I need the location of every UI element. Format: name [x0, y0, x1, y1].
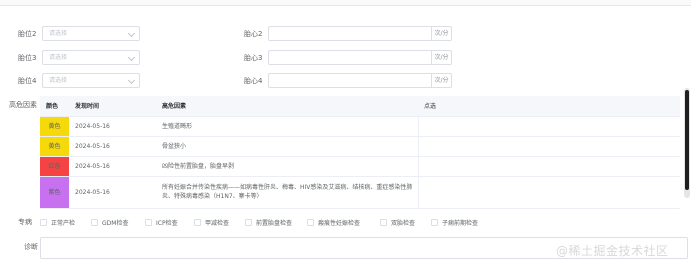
table-row: 红色 2024-05-16 凶险性前置胎盘，胎盘早剥	[40, 156, 680, 177]
checkbox-placenta-previa[interactable]: 前置胎盘检查	[245, 218, 292, 227]
select-placeholder: 请选择	[49, 54, 68, 61]
date-cell: 2024-05-16	[69, 136, 156, 157]
empty-cell	[418, 136, 680, 157]
factor-cell: 凶险性前置胎盘，胎盘早剥	[156, 156, 419, 177]
top-divider	[0, 0, 691, 6]
fetal-position-4-select[interactable]: 请选择	[42, 73, 140, 88]
risk-factors-table: 颜色 发现时间 高危因素 点选 黄色 2024-05-16 生殖道畸形 黄色 2…	[40, 96, 680, 209]
checkbox-box[interactable]	[145, 219, 152, 226]
select-placeholder: 请选择	[49, 77, 68, 84]
table-row: 黄色 2024-05-16 生殖道畸形	[40, 116, 680, 137]
date-cell: 2024-05-16	[69, 176, 156, 209]
checkbox-box[interactable]	[245, 219, 252, 226]
fetal-position-4-label: 胎位4	[18, 77, 37, 85]
risk-factors-label: 高危因素	[9, 101, 37, 109]
empty-cell	[418, 176, 680, 209]
date-cell: 2024-05-16	[69, 116, 156, 137]
unit-label: 次/分	[431, 73, 451, 88]
checkbox-twins[interactable]: 双胎检查	[380, 218, 415, 227]
checkbox-label: 瘢痕性妊娠检查	[318, 220, 361, 227]
select-placeholder: 请选择	[49, 30, 68, 37]
empty-cell	[418, 156, 680, 177]
fetal-heart-4-label: 胎心4	[244, 77, 263, 85]
unit-label: 次/分	[431, 26, 451, 41]
factor-cell: 生殖道畸形	[156, 116, 419, 137]
fetal-heart-4-input[interactable]: 次/分	[268, 73, 452, 88]
fetal-position-3-select[interactable]: 请选择	[42, 50, 140, 65]
checkbox-hypothyroid[interactable]: 甲减检查	[194, 218, 229, 227]
checkbox-label: 正常产检	[51, 220, 76, 227]
checkbox-box[interactable]	[431, 219, 438, 226]
chevron-down-icon	[127, 29, 136, 38]
chevron-down-icon	[127, 53, 136, 62]
table-row: 黄色 2024-05-16 骨盆狭小	[40, 136, 680, 157]
checkbox-scar-pregnancy[interactable]: 瘢痕性妊娠检查	[307, 218, 360, 227]
color-swatch: 紫色	[40, 176, 69, 208]
chevron-down-icon	[127, 76, 136, 85]
fetal-heart-2-label: 胎心2	[244, 30, 263, 38]
checkbox-label: 前置胎盘检查	[256, 220, 293, 227]
checkbox-gdm[interactable]: GDM检查	[91, 218, 128, 227]
checkbox-label: GDM检查	[102, 220, 129, 227]
checkbox-box[interactable]	[91, 219, 98, 226]
header-date: 发现时间	[69, 96, 156, 117]
color-swatch: 红色	[40, 156, 69, 176]
fetal-row-2: 胎位2 请选择 胎心2 次/分	[0, 25, 470, 43]
checkbox-icp[interactable]: ICP检查	[145, 218, 178, 227]
checkbox-box[interactable]	[194, 219, 201, 226]
fetal-position-2-select[interactable]: 请选择	[42, 26, 140, 41]
color-cell: 红色	[40, 156, 69, 177]
checkbox-box[interactable]	[40, 219, 47, 226]
color-cell: 黄色	[40, 116, 69, 137]
fetal-heart-2-input[interactable]: 次/分	[268, 26, 452, 41]
empty-cell	[418, 116, 680, 137]
checkbox-label: 子痫前期检查	[442, 220, 479, 227]
factor-cell: 骨盆狭小	[156, 136, 419, 157]
color-swatch: 黄色	[40, 116, 69, 136]
color-cell: 紫色	[40, 176, 69, 209]
color-swatch: 黄色	[40, 136, 69, 156]
checkbox-normal[interactable]: 正常产检	[40, 218, 75, 227]
scrollbar-thumb[interactable]	[685, 90, 689, 190]
fetal-heart-3-input[interactable]: 次/分	[268, 50, 452, 65]
unit-label: 次/分	[431, 50, 451, 65]
fetal-position-3-label: 胎位3	[18, 54, 37, 62]
pick-link[interactable]: 点选	[418, 96, 680, 117]
checkbox-box[interactable]	[380, 219, 387, 226]
table-header-row: 颜色 发现时间 高危因素 点选	[40, 96, 680, 117]
checkbox-preeclampsia[interactable]: 子痫前期检查	[431, 218, 478, 227]
fetal-row-4: 胎位4 请选择 胎心4 次/分	[0, 72, 470, 90]
header-factor: 高危因素	[156, 96, 418, 117]
fetal-row-3: 胎位3 请选择 胎心3 次/分	[0, 49, 470, 67]
diagnosis-label: 诊断	[24, 243, 38, 251]
header-color: 颜色	[40, 96, 69, 117]
watermark-text: @稀土掘金技术社区	[556, 244, 669, 258]
checkbox-box[interactable]	[307, 219, 314, 226]
checkbox-label: ICP检查	[156, 220, 178, 227]
checkbox-label: 双胎检查	[391, 220, 416, 227]
special-disease-row: 专病 正常产检 GDM检查 ICP检查 甲减检查 前置胎盘检查 瘢痕性妊娠检查 …	[0, 214, 691, 230]
color-cell: 黄色	[40, 136, 69, 157]
date-cell: 2024-05-16	[69, 156, 156, 177]
vertical-scrollbar[interactable]	[684, 88, 690, 198]
factor-cell: 所有妊娠合并传染性疾病——如病毒性肝炎、梅毒、HIV感染及艾滋病、结核病、重症感…	[156, 176, 419, 209]
fetal-position-2-label: 胎位2	[18, 30, 37, 38]
special-disease-label: 专病	[18, 218, 32, 226]
checkbox-label: 甲减检查	[205, 220, 230, 227]
fetal-heart-3-label: 胎心3	[244, 54, 263, 62]
table-row: 紫色 2024-05-16 所有妊娠合并传染性疾病——如病毒性肝炎、梅毒、HIV…	[40, 176, 680, 209]
